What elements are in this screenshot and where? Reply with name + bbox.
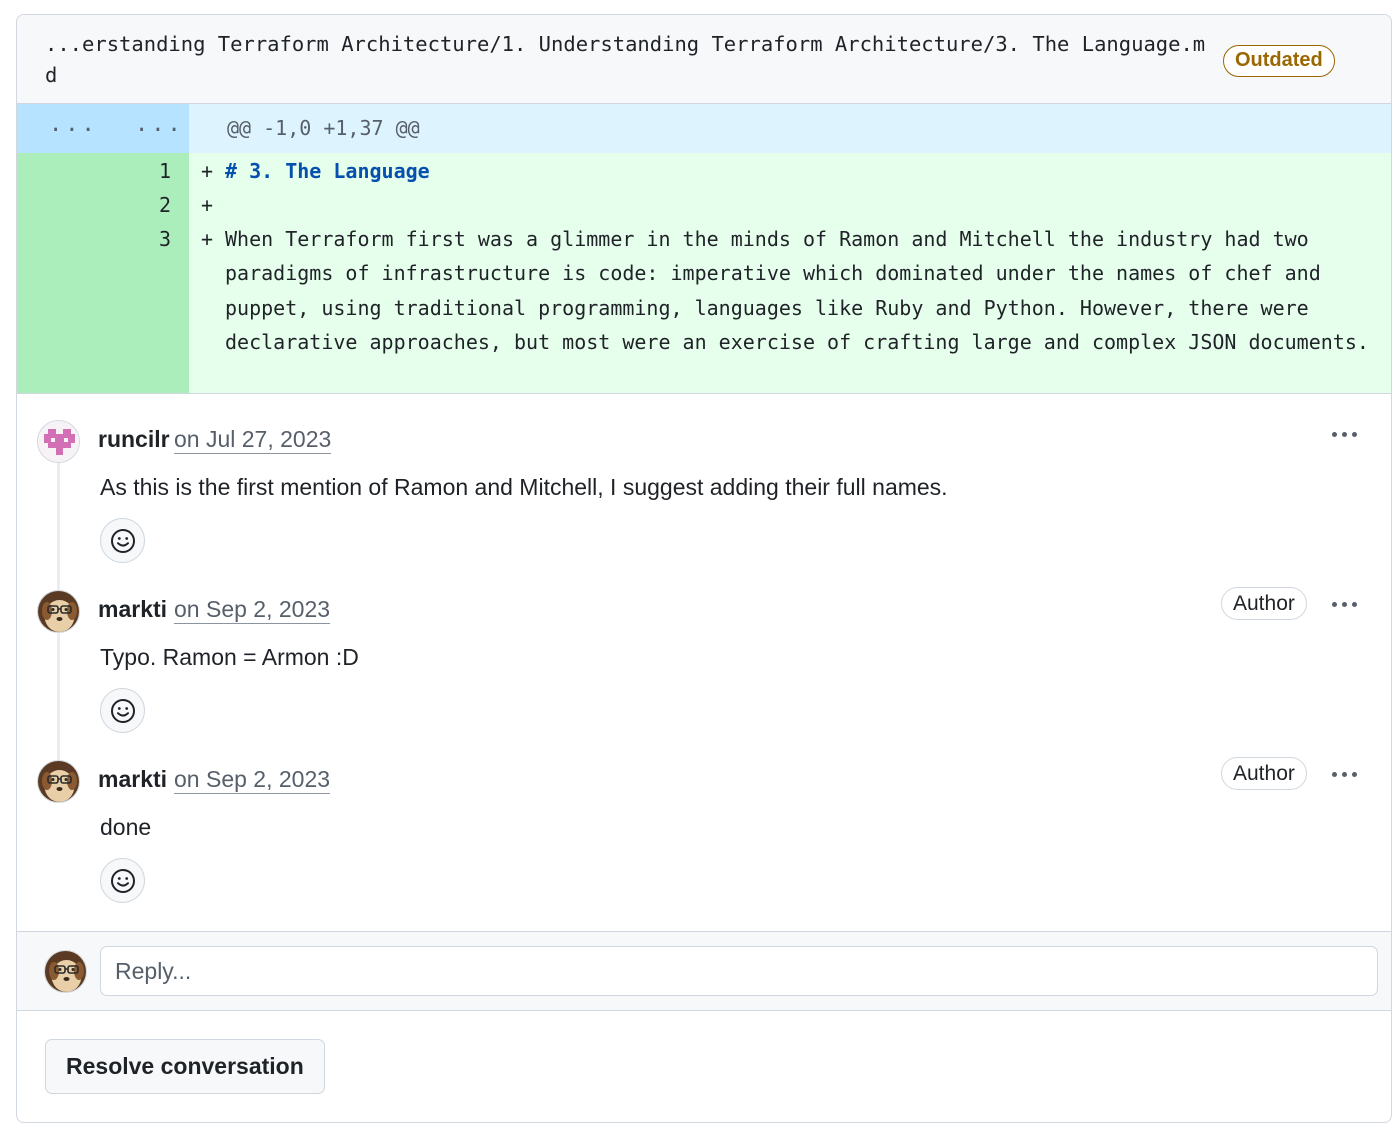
comment-author[interactable]: markti	[98, 596, 167, 623]
comment-timestamp[interactable]: on Sep 2, 2023	[174, 766, 331, 794]
comment-body: done	[100, 814, 152, 840]
comment-body: Typo. Ramon = Armon :D	[100, 644, 359, 670]
file-header: ...erstanding Terraform Architecture/1. …	[17, 15, 1391, 104]
comment-body: As this is the first mention of Ramon an…	[100, 474, 948, 500]
diff-line: 3 + When Terraform first was a glimmer i…	[17, 222, 1391, 394]
review-thread: ...erstanding Terraform Architecture/1. …	[16, 14, 1392, 1123]
add-reaction-button[interactable]	[100, 518, 145, 563]
more-options-button[interactable]	[1324, 756, 1364, 792]
dog-avatar[interactable]	[37, 590, 80, 633]
line-number[interactable]: 2	[17, 188, 189, 222]
hunk-header-row: ... ... @@ -1,0 +1,37 @@	[17, 104, 1391, 153]
diff-line-text: When Terraform first was a glimmer in th…	[225, 227, 1369, 355]
add-reaction-button[interactable]	[100, 858, 145, 903]
hunk-header: @@ -1,0 +1,37 @@	[227, 116, 420, 140]
more-options-button[interactable]	[1324, 416, 1364, 452]
diff-table: ... ... @@ -1,0 +1,37 @@ 1 + # 3. The La…	[17, 104, 1391, 394]
comment-list: runcilr on Jul 27, 2023 As this is the f…	[17, 394, 1391, 904]
dog-avatar	[44, 950, 87, 993]
diff-add-marker: +	[200, 227, 214, 251]
expand-lines-button[interactable]: ... ...	[17, 104, 189, 153]
diff-line: 2 +	[17, 188, 1391, 222]
resolve-conversation-button[interactable]: Resolve conversation	[45, 1039, 325, 1094]
more-options-button[interactable]	[1324, 586, 1364, 622]
identicon-avatar[interactable]	[37, 420, 80, 463]
hunk-left-marker: ...	[49, 112, 98, 137]
comment: markti on Sep 2, 2023 Author done	[17, 734, 1391, 904]
smiley-icon	[110, 868, 135, 893]
comment-timestamp[interactable]: on Jul 27, 2023	[174, 426, 332, 454]
diff-add-marker: +	[200, 193, 214, 217]
outdated-badge: Outdated	[1223, 45, 1335, 77]
diff-add-marker: +	[200, 159, 214, 183]
smiley-icon	[110, 698, 135, 723]
comment-author[interactable]: runcilr	[98, 426, 170, 453]
comment: runcilr on Jul 27, 2023 As this is the f…	[17, 394, 1391, 564]
hunk-right-marker: ...	[135, 112, 184, 137]
author-badge: Author	[1221, 757, 1307, 790]
reply-input[interactable]	[100, 946, 1378, 996]
diff-line-text	[225, 188, 1391, 222]
line-number[interactable]: 3	[17, 222, 189, 393]
file-path[interactable]: ...erstanding Terraform Architecture/1. …	[45, 29, 1210, 91]
comment: markti on Sep 2, 2023 Author Typo. Ramon…	[17, 564, 1391, 734]
author-badge: Author	[1221, 587, 1307, 620]
line-number[interactable]: 1	[17, 153, 189, 188]
comment-timestamp[interactable]: on Sep 2, 2023	[174, 596, 331, 624]
add-reaction-button[interactable]	[100, 688, 145, 733]
reply-bar	[17, 931, 1391, 1011]
comment-author[interactable]: markti	[98, 766, 167, 793]
diff-line-text: # 3. The Language	[225, 159, 430, 183]
dog-avatar[interactable]	[37, 760, 80, 803]
smiley-icon	[110, 528, 135, 553]
diff-line: 1 + # 3. The Language	[17, 153, 1391, 188]
